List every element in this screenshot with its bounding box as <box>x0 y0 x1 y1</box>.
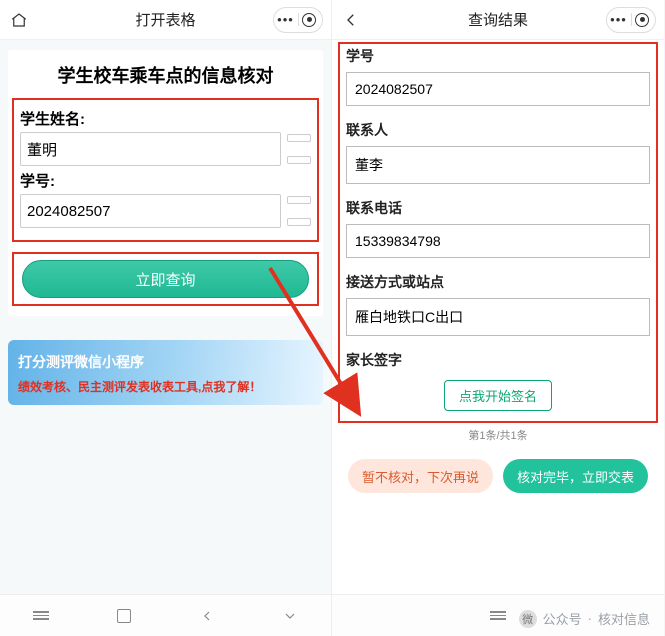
result-station-label: 接送方式或站点 <box>346 272 650 292</box>
query-button[interactable]: 立即查询 <box>22 260 309 298</box>
result-highlight-box: 学号 2024082507 联系人 董李 联系电话 15339834798 接送… <box>338 42 658 423</box>
name-label: 学生姓名: <box>20 108 311 129</box>
left-title: 打开表格 <box>135 9 195 30</box>
result-phone-value[interactable]: 15339834798 <box>346 224 650 258</box>
action-row: 暂不核对，下次再说 核对完毕，立即交表 <box>338 449 658 499</box>
wm-name: 核对信息 <box>598 609 650 628</box>
more-icon[interactable]: ••• <box>610 13 632 26</box>
close-target-icon[interactable] <box>299 10 319 30</box>
nav-home-icon[interactable] <box>109 606 139 626</box>
watermark: 微 公众号 · 核对信息 <box>519 609 650 628</box>
result-id-label: 学号 <box>346 46 650 66</box>
result-contact-value[interactable]: 董李 <box>346 146 650 184</box>
right-header: 查询结果 ••• <box>332 0 664 40</box>
wm-prefix: 公众号 <box>543 609 582 628</box>
wm-dot: · <box>588 611 592 626</box>
nav-recent-icon[interactable] <box>483 606 513 626</box>
id-input[interactable]: 2024082507 <box>20 194 281 228</box>
back-icon[interactable] <box>342 11 372 29</box>
close-target-icon[interactable] <box>632 10 652 30</box>
result-sign-label: 家长签字 <box>346 350 650 370</box>
form-highlight-box: 学生姓名: 董明 学号: 2024082507 <box>12 98 319 242</box>
wechat-icon: 微 <box>519 610 537 628</box>
nav-down-icon[interactable] <box>275 606 305 626</box>
form-title: 学生校车乘车点的信息核对 <box>8 62 323 88</box>
right-body: 学号 2024082507 联系人 董李 联系电话 15339834798 接送… <box>332 40 664 594</box>
form-card: 学生校车乘车点的信息核对 学生姓名: 董明 学号: 2024082507 立即查… <box>8 50 323 316</box>
result-station-value[interactable]: 雁白地铁口C出口 <box>346 298 650 336</box>
ad-line2: 绩效考核、民主测评发表收表工具,点我了解！ <box>18 378 313 395</box>
capsule-menu[interactable]: ••• <box>606 7 656 33</box>
ad-line1: 打分测评微信小程序 <box>18 352 313 372</box>
left-phone: 打开表格 ••• 学生校车乘车点的信息核对 学生姓名: 董明 学号: 20240… <box>0 0 332 636</box>
submit-button[interactable]: 核对完毕，立即交表 <box>503 459 648 493</box>
pager-text: 第1条/共1条 <box>338 427 658 443</box>
capsule-menu[interactable]: ••• <box>273 7 323 33</box>
bottom-nav <box>0 594 331 636</box>
home-icon[interactable] <box>10 11 40 29</box>
name-input[interactable]: 董明 <box>20 132 281 166</box>
scan-icon[interactable] <box>287 194 311 228</box>
query-highlight-box: 立即查询 <box>12 252 319 306</box>
left-body: 学生校车乘车点的信息核对 学生姓名: 董明 学号: 2024082507 立即查… <box>0 40 331 594</box>
more-icon[interactable]: ••• <box>277 13 299 26</box>
scan-icon[interactable] <box>287 132 311 166</box>
bottom-nav: 微 公众号 · 核对信息 <box>332 594 664 636</box>
sign-button[interactable]: 点我开始签名 <box>444 380 552 411</box>
id-label: 学号: <box>20 170 311 191</box>
left-header: 打开表格 ••• <box>0 0 331 40</box>
right-title: 查询结果 <box>468 9 528 30</box>
right-phone: 查询结果 ••• 学号 2024082507 联系人 董李 联系电话 15339… <box>332 0 664 636</box>
result-phone-label: 联系电话 <box>346 198 650 218</box>
nav-back-icon[interactable] <box>192 606 222 626</box>
nav-recent-icon[interactable] <box>26 606 56 626</box>
result-id-value[interactable]: 2024082507 <box>346 72 650 106</box>
skip-button[interactable]: 暂不核对，下次再说 <box>348 459 493 493</box>
result-contact-label: 联系人 <box>346 120 650 140</box>
ad-banner[interactable]: 打分测评微信小程序 绩效考核、民主测评发表收表工具,点我了解！ <box>8 340 323 405</box>
